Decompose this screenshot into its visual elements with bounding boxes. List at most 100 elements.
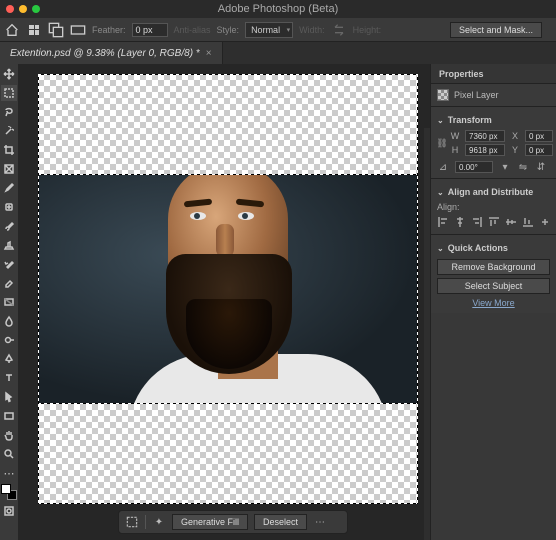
contextual-task-bar[interactable]: ✦ Generative Fill Deselect ⋯ (118, 510, 348, 534)
quick-mask-toggle[interactable] (1, 503, 17, 519)
x-label: X (509, 131, 521, 141)
eyedropper-tool[interactable] (1, 180, 17, 196)
view-more-link[interactable]: View More (437, 298, 550, 308)
select-and-mask-button[interactable]: Select and Mask... (450, 22, 542, 38)
frame-tool[interactable] (1, 161, 17, 177)
blur-tool[interactable] (1, 313, 17, 329)
selection-mode-new-icon[interactable] (26, 22, 42, 38)
hand-tool[interactable] (1, 427, 17, 443)
generative-fill-button[interactable]: Generative Fill (172, 514, 248, 530)
align-left-icon[interactable] (437, 215, 449, 229)
style-value: Normal (251, 25, 280, 35)
selection-marquee (38, 503, 418, 504)
transform-label: Transform (448, 115, 492, 125)
close-window-button[interactable] (6, 5, 14, 13)
chevron-down-icon: ⌄ (437, 188, 444, 197)
y-label: Y (509, 145, 521, 155)
more-options-icon[interactable]: ⋯ (313, 515, 327, 529)
align-top-icon[interactable] (488, 215, 500, 229)
history-brush-tool[interactable] (1, 256, 17, 272)
y-input[interactable]: 0 px (525, 144, 553, 156)
document-tab[interactable]: Extention.psd @ 9.38% (Layer 0, RGB/8) *… (0, 42, 223, 64)
path-selection-tool[interactable] (1, 389, 17, 405)
eraser-tool[interactable] (1, 275, 17, 291)
x-input[interactable]: 0 px (525, 130, 553, 142)
move-tool[interactable] (1, 66, 17, 82)
tools-panel: ⋯ (0, 64, 18, 540)
style-select[interactable]: Normal (245, 22, 293, 38)
selection-indicator-icon (125, 515, 139, 529)
properties-panel-tab[interactable]: Properties (431, 64, 556, 84)
edit-toolbar-icon[interactable]: ⋯ (1, 465, 17, 481)
height-label: H (449, 145, 461, 155)
layer-type-label: Pixel Layer (454, 90, 499, 100)
transform-section-header[interactable]: ⌄ Transform (437, 112, 550, 128)
rectangle-tool[interactable] (1, 408, 17, 424)
swap-wh-icon (331, 22, 347, 38)
document-tab-title: Extention.psd @ 9.38% (Layer 0, RGB/8) * (10, 48, 200, 59)
angle-dropdown-icon[interactable]: ▾ (499, 161, 511, 173)
flip-horizontal-icon[interactable]: ⇋ (517, 161, 529, 173)
width-label: W (449, 131, 461, 141)
deselect-button[interactable]: Deselect (254, 514, 307, 530)
dodge-tool[interactable] (1, 332, 17, 348)
crop-tool[interactable] (1, 142, 17, 158)
selection-marquee (417, 74, 418, 504)
select-subject-button[interactable]: Select Subject (437, 278, 550, 294)
selection-mode-subtract-icon[interactable] (70, 22, 86, 38)
quick-actions-header[interactable]: ⌄ Quick Actions (437, 240, 550, 256)
align-section-header[interactable]: ⌄ Align and Distribute (437, 184, 550, 200)
align-bottom-icon[interactable] (522, 215, 534, 229)
chevron-down-icon: ⌄ (437, 116, 444, 125)
remove-background-button[interactable]: Remove Background (437, 259, 550, 275)
document-canvas[interactable] (38, 74, 418, 504)
color-swatches[interactable] (1, 484, 17, 500)
document-tab-bar: Extention.psd @ 9.38% (Layer 0, RGB/8) *… (0, 42, 556, 64)
window-titlebar: Adobe Photoshop (Beta) (0, 0, 556, 18)
healing-brush-tool[interactable] (1, 199, 17, 215)
fixed-height-label: Height: (353, 25, 382, 35)
align-right-icon[interactable] (471, 215, 483, 229)
minimize-window-button[interactable] (19, 5, 27, 13)
traffic-lights (6, 5, 40, 13)
selection-marquee (38, 403, 418, 404)
pen-tool[interactable] (1, 351, 17, 367)
transparent-area-bottom (38, 404, 418, 504)
align-sublabel: Align: (437, 202, 550, 212)
brush-tool[interactable] (1, 218, 17, 234)
width-input[interactable]: 7360 px (465, 130, 505, 142)
zoom-tool[interactable] (1, 446, 17, 462)
home-icon[interactable] (4, 22, 20, 38)
layer-type-indicator: Pixel Layer (437, 89, 550, 101)
feather-label: Feather: (92, 25, 126, 35)
chevron-down-icon: ⌄ (437, 244, 444, 253)
clone-stamp-tool[interactable] (1, 237, 17, 253)
align-label: Align and Distribute (448, 187, 534, 197)
align-hcenter-icon[interactable] (454, 215, 466, 229)
height-input[interactable]: 9618 px (465, 144, 505, 156)
flip-vertical-icon[interactable]: ⇵ (535, 161, 547, 173)
antialias-checkbox-label: Anti-alias (174, 25, 211, 35)
right-panels: Properties Pixel Layer ⌄ Transform ⛓ W 7… (430, 64, 556, 540)
type-tool[interactable] (1, 370, 17, 386)
quick-actions-label: Quick Actions (448, 243, 508, 253)
gradient-tool[interactable] (1, 294, 17, 310)
magic-wand-tool[interactable] (1, 123, 17, 139)
selection-marquee (38, 74, 418, 75)
align-more-icon[interactable] (539, 215, 551, 229)
angle-input[interactable]: 0.00° (455, 161, 493, 173)
selection-mode-add-icon[interactable] (48, 22, 64, 38)
close-tab-icon[interactable]: × (206, 48, 212, 59)
style-label: Style: (217, 25, 240, 35)
marquee-tool[interactable] (1, 85, 17, 101)
lasso-tool[interactable] (1, 104, 17, 120)
link-wh-icon[interactable]: ⛓ (437, 134, 447, 152)
selection-marquee (38, 74, 39, 504)
maximize-window-button[interactable] (32, 5, 40, 13)
transparent-area-top (38, 74, 418, 174)
canvas-area[interactable]: ✦ Generative Fill Deselect ⋯ (18, 64, 430, 540)
image-content (38, 174, 418, 404)
align-vcenter-icon[interactable] (505, 215, 517, 229)
feather-input[interactable]: 0 px (132, 23, 168, 37)
fixed-width-label: Width: (299, 25, 325, 35)
